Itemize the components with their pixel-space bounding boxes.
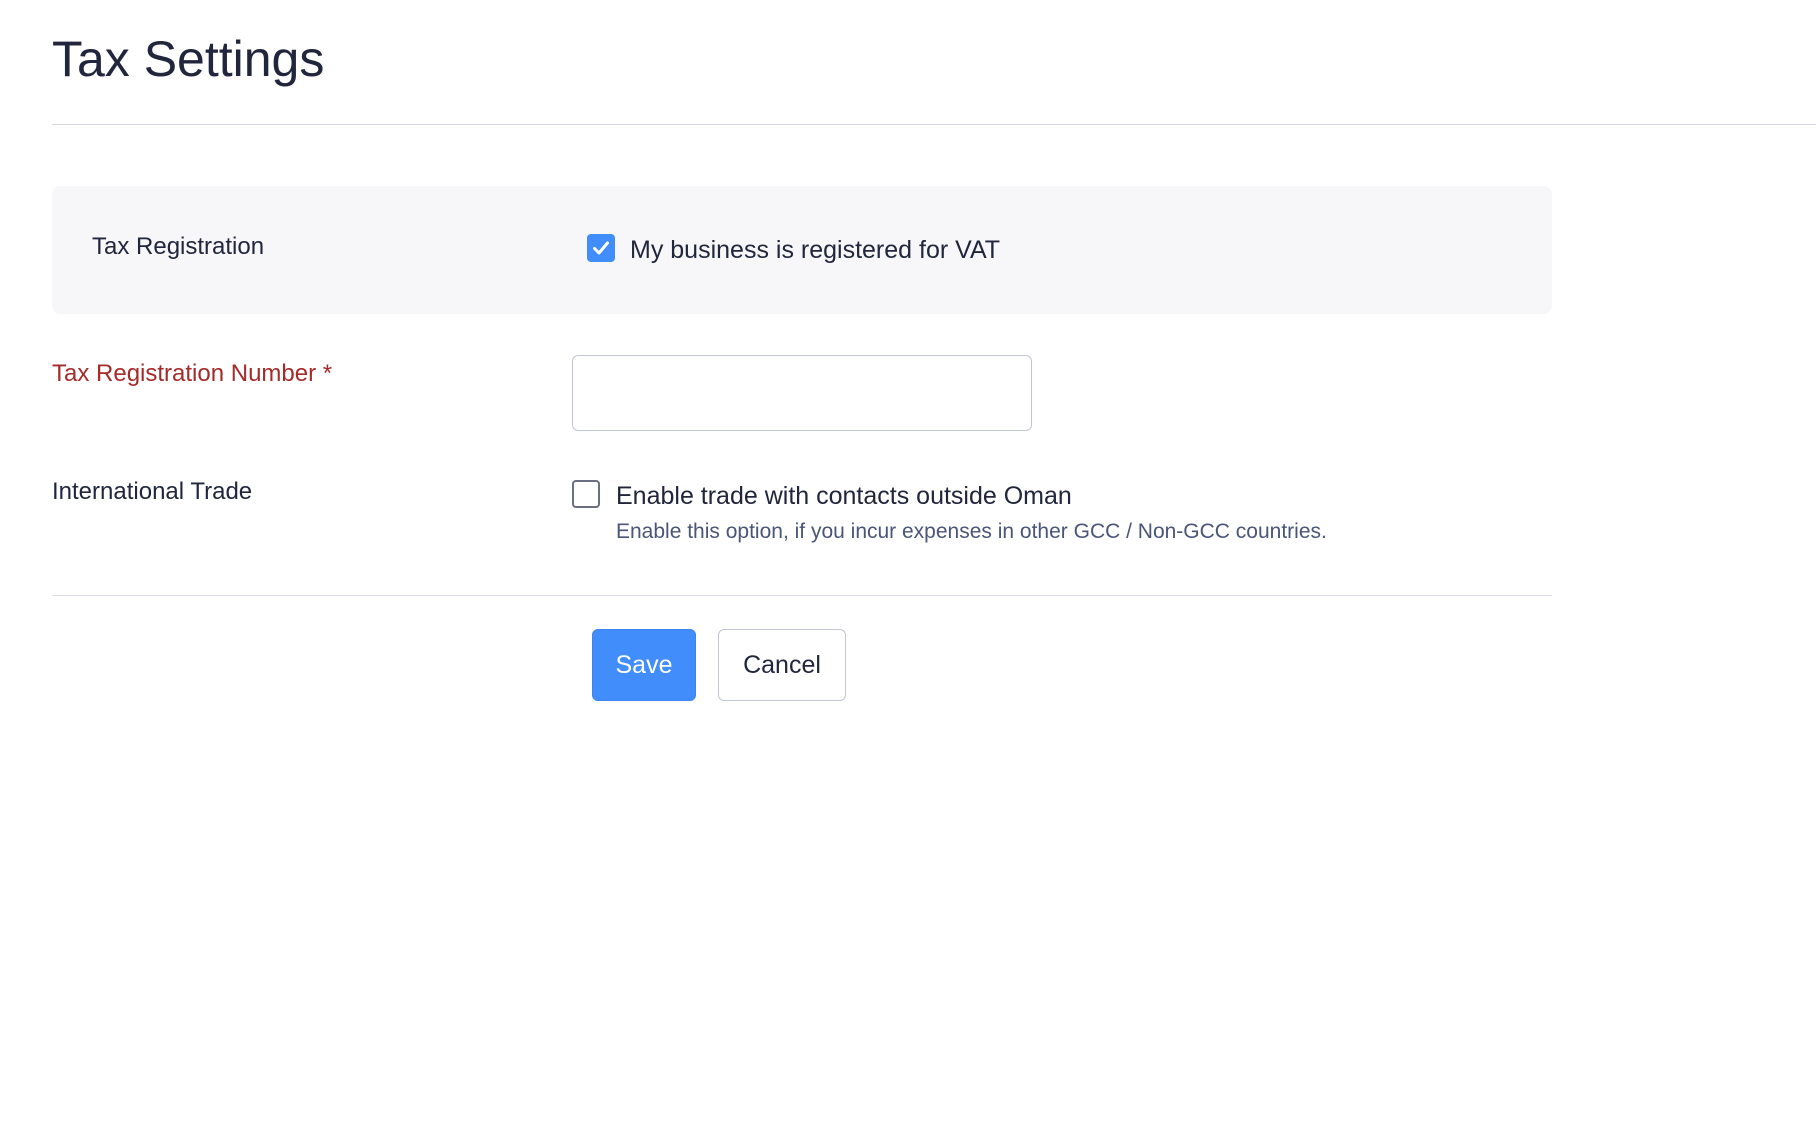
tax-registration-number-input[interactable]: [572, 355, 1032, 431]
title-divider: [52, 124, 1816, 125]
international-trade-label: International Trade: [52, 478, 253, 505]
international-trade-checkbox-label[interactable]: Enable trade with contacts outside Oman: [616, 480, 1072, 512]
vat-registered-checkbox-label[interactable]: My business is registered for VAT: [630, 234, 1000, 266]
international-trade-checkbox[interactable]: [572, 480, 600, 508]
cancel-button[interactable]: Cancel: [718, 629, 846, 701]
tax-registration-label: Tax Registration: [92, 233, 265, 260]
save-button[interactable]: Save: [592, 629, 696, 701]
form-divider: [52, 595, 1552, 596]
vat-registered-checkbox[interactable]: [587, 234, 615, 262]
page-title: Tax Settings: [52, 31, 325, 87]
checkmark-icon: [593, 241, 609, 255]
tax-registration-number-label: Tax Registration Number *: [52, 360, 333, 387]
international-trade-help-text: Enable this option, if you incur expense…: [616, 520, 1327, 543]
